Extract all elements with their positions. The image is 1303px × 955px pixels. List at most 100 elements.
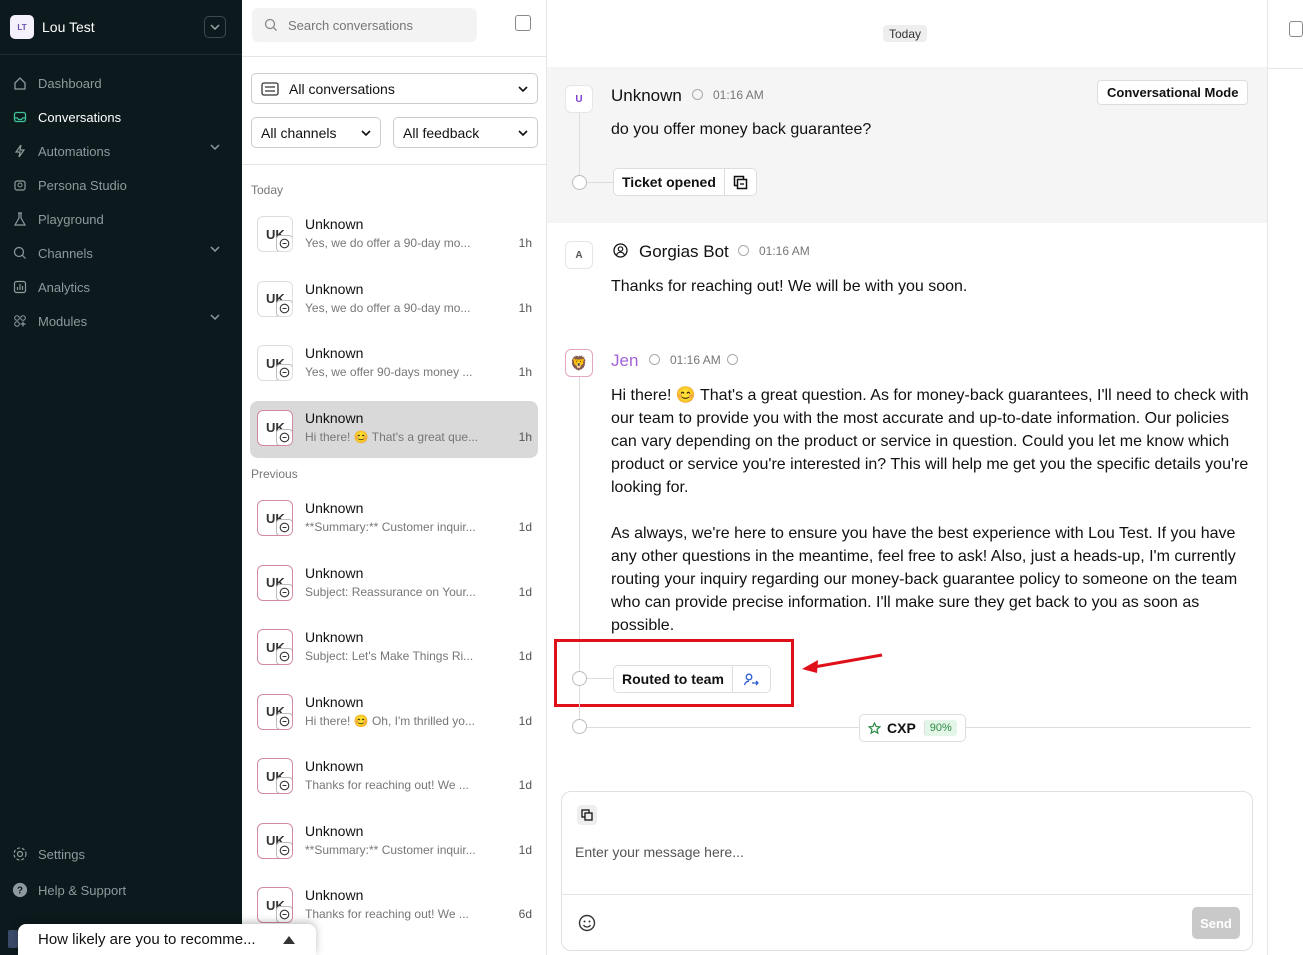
chat-channel-icon — [276, 777, 292, 793]
conversation-preview: Yes, we do offer a 90-day mo... — [305, 236, 471, 250]
channels-filter-select[interactable]: All channels — [251, 117, 381, 148]
conversational-mode-button[interactable]: Conversational Mode — [1097, 80, 1249, 105]
nav-item-persona-studio[interactable]: Persona Studio — [0, 168, 242, 202]
bolt-icon — [12, 143, 28, 159]
search-placeholder: Search conversations — [288, 17, 414, 33]
conversation-time: 1h — [518, 300, 532, 315]
avatar: UK — [257, 409, 293, 446]
avatar: UK — [257, 758, 293, 794]
nav-label: Automations — [38, 143, 111, 159]
copy-icon[interactable] — [723, 169, 756, 195]
expand-panel-icon[interactable] — [1289, 21, 1303, 37]
cxp-label: CXP — [887, 720, 916, 736]
avatar: 🦁 — [565, 349, 593, 377]
conversation-time: 1d — [518, 842, 532, 857]
nav-label: Persona Studio — [38, 177, 127, 193]
nav-item-conversations[interactable]: Conversations — [0, 100, 242, 134]
cxp-score-badge[interactable]: CXP 90% — [859, 714, 966, 742]
conversation-preview: Thanks for reaching out! We ... — [305, 778, 469, 792]
nav-label: Conversations — [38, 109, 122, 125]
nav-item-help-support[interactable]: ? Help & Support — [0, 872, 242, 908]
conversation-time: 1d — [518, 584, 532, 599]
avatar: UK — [257, 629, 293, 665]
chat-channel-icon — [276, 235, 292, 251]
message-time: 01:16 AM — [713, 88, 764, 102]
search-input[interactable]: Search conversations — [252, 8, 477, 42]
nav-item-playground[interactable]: Playground — [0, 202, 242, 236]
chat-channel-icon — [276, 583, 292, 600]
event-label: Ticket opened — [622, 174, 716, 190]
ticket-opened-event[interactable]: Ticket opened — [613, 168, 757, 196]
nav-item-settings[interactable]: Settings — [0, 836, 242, 872]
nav-label: Settings — [38, 846, 85, 862]
survey-text: How likely are you to recomme... — [38, 931, 256, 948]
send-button[interactable]: Send — [1192, 907, 1240, 939]
list-item[interactable]: UK Unknown **Summary:** Customer inquir...… — [250, 814, 538, 871]
workspace-name: Lou Test — [42, 19, 95, 35]
analytics-icon — [12, 279, 28, 295]
message-text: Hi there! 😊 That's a great question. As … — [611, 387, 1249, 496]
conversation-name: Unknown — [305, 887, 364, 903]
chat-channel-icon — [276, 841, 292, 858]
conversation-preview: Thanks for reaching out! We ... — [305, 907, 469, 921]
message-text: As always, we're here to ensure you have… — [611, 525, 1238, 634]
avatar: A — [565, 241, 593, 269]
message-time: 01:16 AM — [759, 244, 810, 258]
sidebar: LT Lou Test Dashboard Conversations Auto… — [0, 0, 242, 955]
info-icon[interactable] — [727, 354, 738, 365]
nav-item-channels[interactable]: Channels — [0, 236, 242, 270]
list-item[interactable]: UK Unknown **Summary:** Customer inquir...… — [250, 491, 538, 548]
section-header-previous: Previous — [251, 467, 298, 481]
select-value: All feedback — [403, 124, 480, 141]
inbox-icon — [261, 81, 279, 96]
message-input[interactable]: Enter your message here... — [575, 844, 744, 860]
message-time: 01:16 AM — [670, 353, 721, 367]
timeline-connector — [587, 182, 614, 183]
conversation-time: 1d — [518, 778, 532, 792]
conversation-time: 1h — [518, 365, 532, 379]
message-sender: Jen — [611, 351, 639, 370]
chat-channel-icon — [276, 299, 292, 316]
triangle-up-icon[interactable] — [282, 935, 296, 945]
list-item[interactable]: UK Unknown Yes, we do offer a 90-day mo...… — [250, 272, 538, 329]
workspace-dropdown-button[interactable] — [204, 16, 226, 38]
conversation-name: Unknown — [305, 693, 364, 710]
list-item[interactable]: UK Unknown Subject: Reassurance on Your...… — [250, 556, 538, 613]
conversation-name: Unknown — [305, 758, 364, 774]
select-value: All channels — [261, 124, 337, 141]
avatar: UK — [257, 822, 293, 859]
divider — [1268, 68, 1303, 69]
timeline-node — [572, 719, 587, 734]
nps-survey-widget[interactable]: How likely are you to recomme... — [18, 924, 316, 955]
nav-item-automations[interactable]: Automations — [0, 134, 242, 168]
timeline-node — [572, 175, 587, 190]
list-item[interactable]: UK Unknown Subject: Let's Make Things Ri..… — [250, 620, 538, 677]
conversation-name: Unknown — [305, 500, 364, 516]
svg-text:?: ? — [17, 886, 23, 897]
conversation-preview: Hi there! 😊 Oh, I'm thrilled yo... — [305, 713, 475, 728]
chevron-down-icon — [518, 129, 528, 136]
timeline-line — [579, 110, 580, 176]
emoji-icon[interactable] — [578, 914, 596, 932]
list-item[interactable]: UK Unknown Hi there! 😊 That's a great que.… — [250, 400, 538, 458]
conversation-preview: **Summary:** Customer inquir... — [305, 520, 476, 534]
conversation-preview: Yes, we do offer a 90-day mo... — [305, 300, 471, 315]
avatar: UK — [257, 280, 293, 317]
nav-item-modules[interactable]: Modules — [0, 304, 242, 338]
list-item[interactable]: UK Unknown Yes, we do offer a 90-day mo...… — [250, 207, 538, 264]
template-icon[interactable] — [577, 805, 597, 825]
timeline-line — [579, 376, 580, 672]
nav-item-analytics[interactable]: Analytics — [0, 270, 242, 304]
chevron-down-icon — [210, 246, 220, 252]
list-item[interactable]: UK Unknown Thanks for reaching out! We ...… — [250, 749, 538, 806]
conversation-time: 6d — [518, 907, 532, 921]
collapse-panel-icon[interactable] — [515, 15, 531, 31]
feedback-filter-select[interactable]: All feedback — [393, 117, 538, 148]
list-item[interactable]: UK Unknown Yes, we offer 90-days money ...… — [250, 336, 538, 393]
list-item[interactable]: UK Unknown Hi there! 😊 Oh, I'm thrilled yo… — [250, 685, 538, 742]
workspace-avatar: LT — [10, 15, 34, 39]
nav-item-dashboard[interactable]: Dashboard — [0, 66, 242, 100]
workspace-switcher[interactable]: LT Lou Test — [0, 0, 242, 55]
chat-channel-icon — [276, 364, 292, 380]
conversations-filter-select[interactable]: All conversations — [251, 73, 538, 104]
